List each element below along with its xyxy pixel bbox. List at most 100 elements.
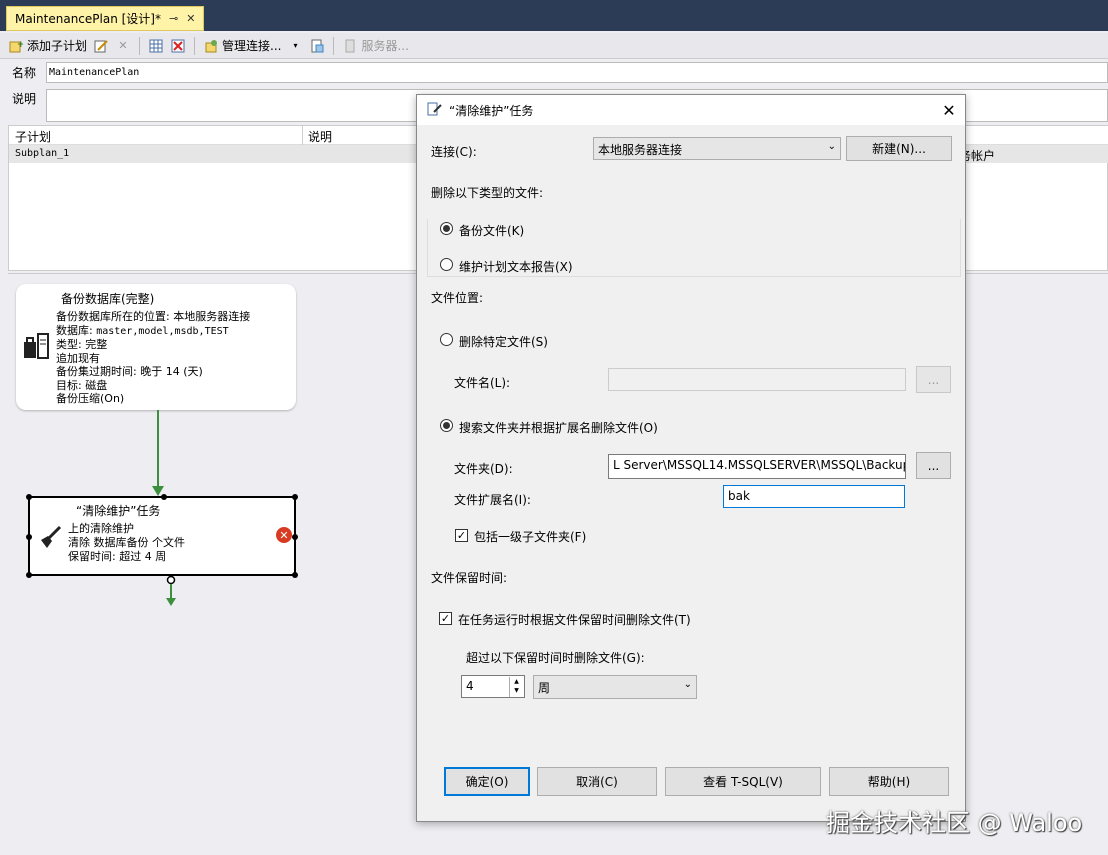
tab-maintenance-plan[interactable]: MaintenancePlan [设计]* ⊸ ✕ <box>6 6 205 31</box>
search-folder-radio[interactable] <box>440 419 453 432</box>
extension-input[interactable]: bak <box>723 485 905 508</box>
chevron-down-icon: ⌄ <box>827 141 836 152</box>
dropdown-arrow-icon[interactable]: ▾ <box>287 38 303 54</box>
watermark: 掘金技术社区 @ Waloo <box>826 809 1083 837</box>
task-details: 上的清除维护 清除 数据库备份 个文件 保留时间: 超过 4 周 <box>68 522 185 564</box>
document-tab-strip: MaintenancePlan [设计]* ⊸ ✕ <box>0 0 1108 31</box>
column-divider <box>302 126 303 145</box>
outgoing-connector[interactable] <box>163 576 179 608</box>
dialog-title-bar: “清除维护”任务 <box>417 95 965 125</box>
database-label: 数据库: <box>56 323 97 337</box>
close-icon[interactable]: ✕ <box>939 100 959 120</box>
ok-button[interactable]: 确定(O) <box>444 767 530 796</box>
resize-handle[interactable] <box>26 572 32 578</box>
delete-by-age-checkbox[interactable]: ✓ <box>439 612 452 625</box>
remove-schedule-icon[interactable] <box>170 38 186 54</box>
plan-toolbar: + 添加子计划 ✕ 管理连接... ▾ 服务器... <box>0 33 1108 59</box>
resize-handle[interactable] <box>161 494 167 500</box>
toolbar-separator <box>194 36 196 55</box>
delete-types-label: 删除以下类型的文件: <box>431 186 544 200</box>
resize-handle[interactable] <box>292 494 298 500</box>
add-subplan-label: 添加子计划 <box>27 39 88 53</box>
detail-line: 目标: 磁盘 <box>56 378 108 392</box>
delete-icon[interactable]: ✕ <box>115 38 131 54</box>
schedule-grid-icon[interactable] <box>148 38 164 54</box>
filename-input[interactable] <box>608 368 906 391</box>
toolbar-separator <box>333 36 335 55</box>
cleanup-task-icon <box>427 101 443 120</box>
include-subfolders-checkbox[interactable]: ✓ <box>455 529 468 542</box>
servers-button[interactable]: 服务器... <box>342 37 409 54</box>
detail-line: 追加现有 <box>56 351 100 365</box>
folder-label: 文件夹(D): <box>454 462 513 476</box>
manage-connections-label: 管理连接... <box>222 39 282 53</box>
chevron-up-icon[interactable]: ▲ <box>510 677 523 686</box>
help-button[interactable]: 帮助(H) <box>829 767 949 796</box>
tab-title: MaintenancePlan [设计]* <box>15 12 161 26</box>
database-list: master,model,msdb,TEST <box>96 325 229 337</box>
view-tsql-button[interactable]: 查看 T-SQL(V) <box>665 767 821 796</box>
connection-value: 本地服务器连接 <box>598 143 683 157</box>
precedence-arrow[interactable] <box>148 410 168 498</box>
delete-by-age-label[interactable]: 在任务运行时根据文件保留时间删除文件(T) <box>458 611 691 628</box>
cancel-button[interactable]: 取消(C) <box>537 767 657 796</box>
filename-browse-button[interactable]: ... <box>916 366 951 393</box>
add-subplan-button[interactable]: + 添加子计划 <box>8 37 87 54</box>
add-subplan-icon: + <box>8 38 24 54</box>
cleanup-task-dialog: “清除维护”任务 ✕ 连接(C): 本地服务器连接 ⌄ 新建(N)... 删除以… <box>416 94 966 822</box>
backup-database-task[interactable]: 备份数据库(完整) 备份数据库所在的位置: 本地服务器连接 数据库: maste… <box>16 284 296 410</box>
task-title: 备份数据库(完整) <box>61 292 155 306</box>
search-folder-label[interactable]: 搜索文件夹并根据扩展名删除文件(O) <box>459 419 658 436</box>
report-files-radio[interactable] <box>440 258 453 271</box>
age-unit-select[interactable]: 周 ⌄ <box>533 675 697 699</box>
stepper-arrows[interactable]: ▲ ▼ <box>509 677 523 697</box>
dialog-title: “清除维护”任务 <box>449 103 534 118</box>
detail-line: 上的清除维护 <box>68 522 134 535</box>
connection-select[interactable]: 本地服务器连接 ⌄ <box>593 137 841 160</box>
col-description[interactable]: 说明 <box>308 128 332 145</box>
age-unit-value: 周 <box>538 681 551 695</box>
server-icon <box>342 38 358 54</box>
resize-handle[interactable] <box>292 534 298 540</box>
filename-label: 文件名(L): <box>454 376 511 390</box>
col-subplan[interactable]: 子计划 <box>15 128 51 145</box>
reporting-icon[interactable] <box>309 38 325 54</box>
manage-connections-button[interactable]: 管理连接... <box>203 37 281 54</box>
detail-line: 数据库: master,model,msdb,TEST <box>56 324 250 339</box>
servers-label: 服务器... <box>361 39 409 53</box>
report-files-label[interactable]: 维护计划文本报告(X) <box>459 258 573 275</box>
older-than-label: 超过以下保留时间时删除文件(G): <box>466 651 645 665</box>
specific-file-radio[interactable] <box>440 333 453 346</box>
edit-properties-icon[interactable] <box>93 38 109 54</box>
detail-line: 保留时间: 超过 4 周 <box>68 550 167 563</box>
plan-name-label: 名称 <box>12 66 37 80</box>
detail-line: 类型: 完整 <box>56 338 108 351</box>
backup-task-icon <box>22 332 50 362</box>
plan-name-field[interactable]: MaintenancePlan <box>46 62 1108 83</box>
detail-line: 清除 数据库备份 个文件 <box>68 536 185 549</box>
resize-handle[interactable] <box>292 572 298 578</box>
broom-icon <box>38 524 64 550</box>
task-details: 备份数据库所在的位置: 本地服务器连接 数据库: master,model,ms… <box>56 310 250 406</box>
specific-file-label[interactable]: 删除特定文件(S) <box>459 333 548 350</box>
pin-icon[interactable]: ⊸ <box>169 12 178 25</box>
backup-files-label[interactable]: 备份文件(K) <box>459 222 524 239</box>
new-connection-button[interactable]: 新建(N)... <box>846 136 952 161</box>
plan-description-label: 说明 <box>12 92 37 106</box>
include-subfolders-label[interactable]: 包括一级子文件夹(F) <box>474 528 586 545</box>
connection-label: 连接(C): <box>431 145 477 159</box>
resize-handle[interactable] <box>26 494 32 500</box>
cleanup-maintenance-task[interactable]: “清除维护”任务 上的清除维护 清除 数据库备份 个文件 保留时间: 超过 4 … <box>26 494 298 578</box>
chevron-down-icon[interactable]: ▼ <box>510 686 523 695</box>
subplan-name: Subplan_1 <box>15 148 70 159</box>
folder-input[interactable]: L Server\MSSQL14.MSSQLSERVER\MSSQL\Backu… <box>608 454 906 479</box>
connections-icon <box>203 38 219 54</box>
extension-label: 文件扩展名(I): <box>454 493 531 507</box>
folder-browse-button[interactable]: ... <box>916 452 951 479</box>
detail-line: 备份压缩(On) <box>56 392 125 405</box>
backup-files-radio[interactable] <box>440 222 453 235</box>
detail-line: 备份数据库所在的位置: 本地服务器连接 <box>56 310 251 323</box>
resize-handle[interactable] <box>26 534 32 540</box>
close-tab-icon[interactable]: ✕ <box>186 12 195 25</box>
error-icon[interactable]: ✕ <box>276 527 292 543</box>
